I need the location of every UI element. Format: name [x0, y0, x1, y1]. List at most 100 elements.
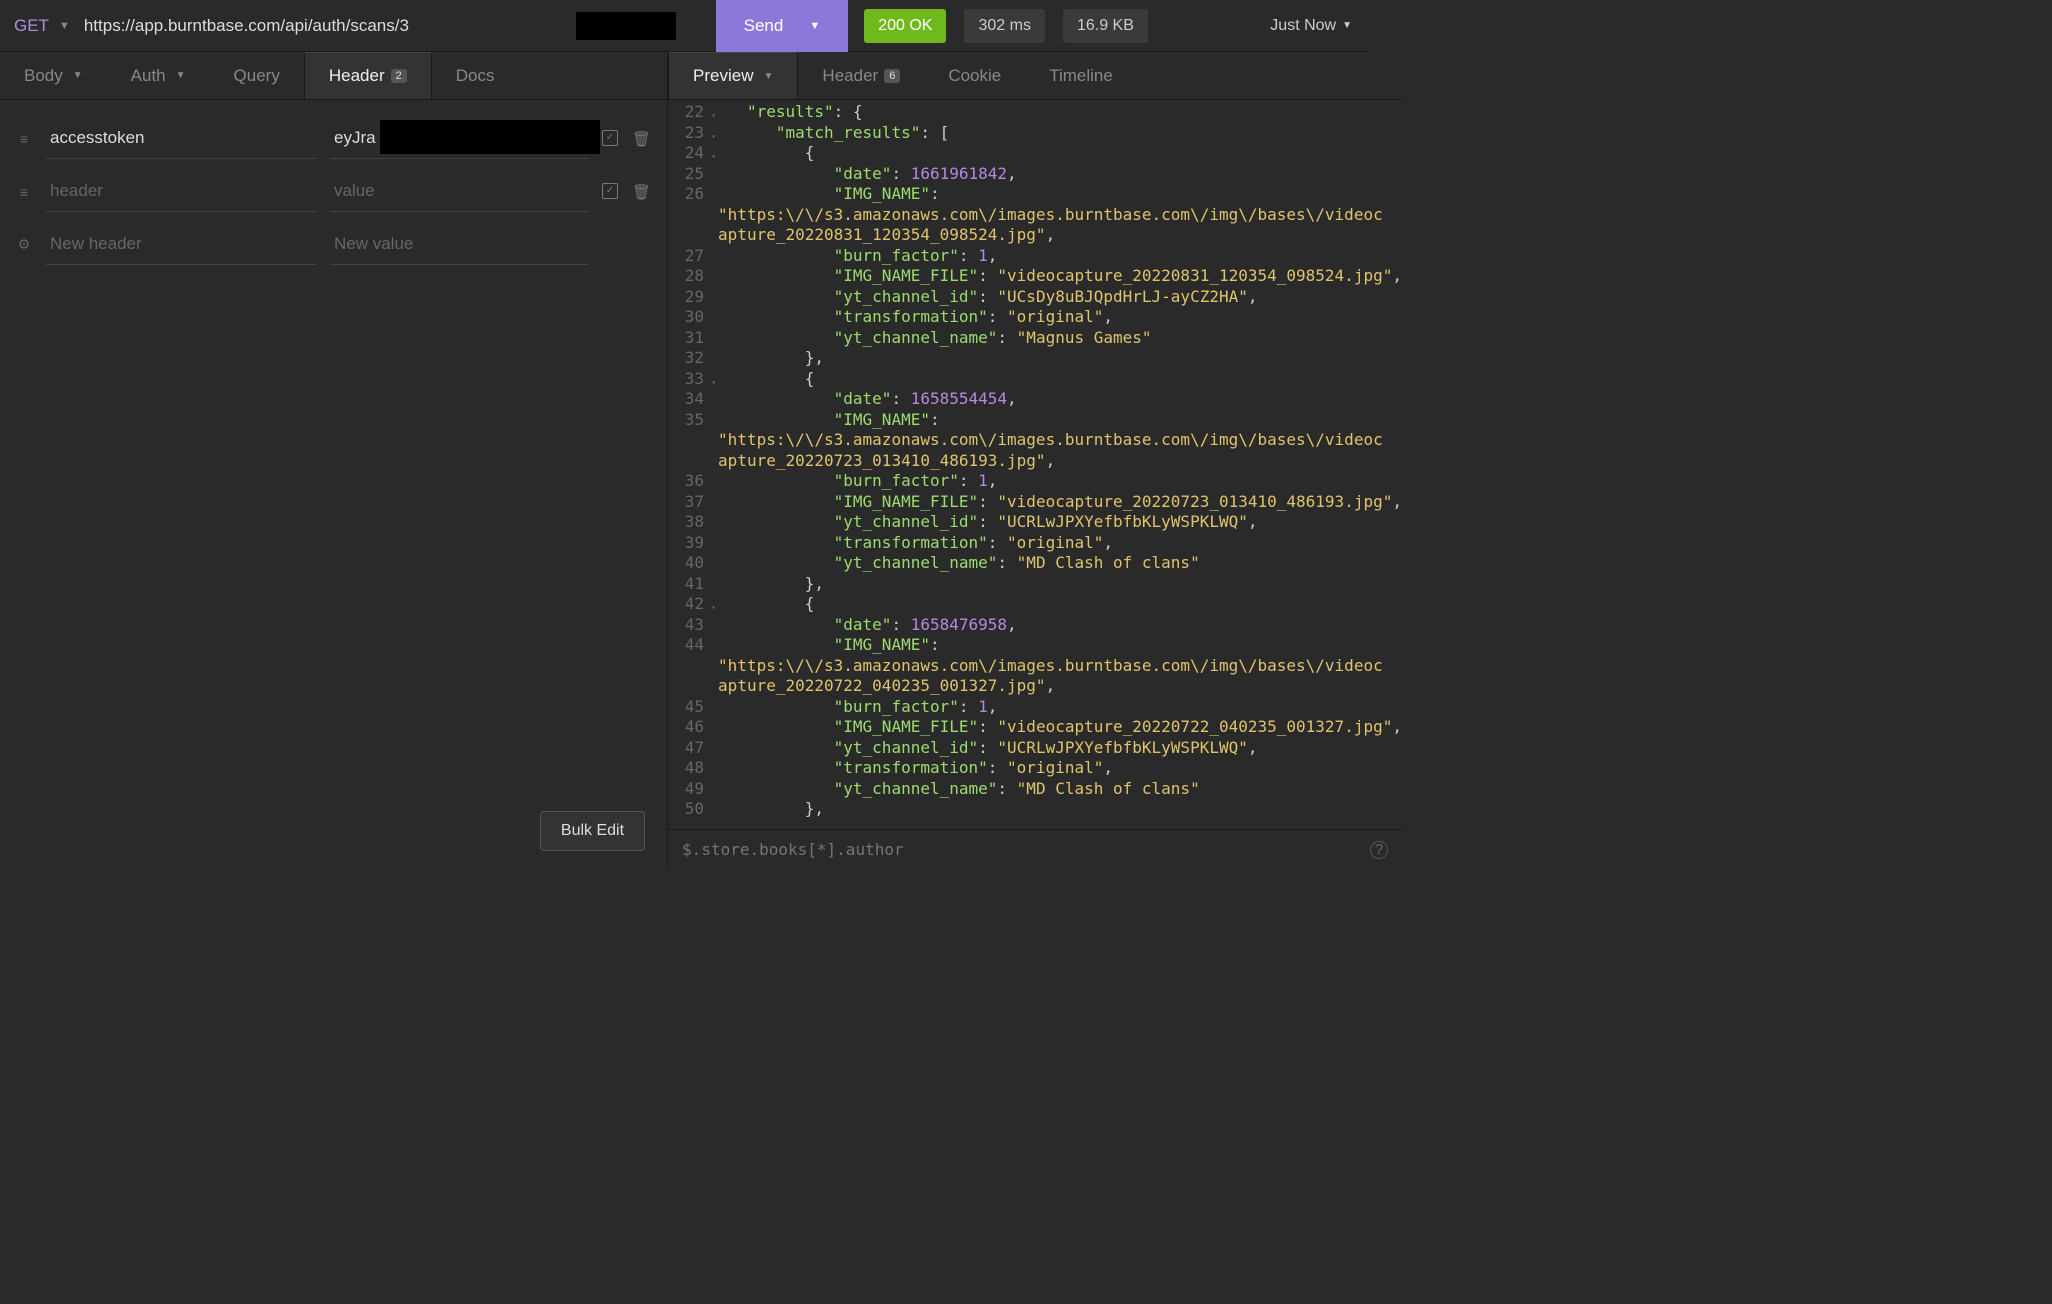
headers-editor: ≡ ✓ 🗑 ≡ ✓: [0, 100, 667, 869]
timestamp-label: Just Now: [1270, 17, 1336, 35]
code-line: 33▾ {: [668, 369, 1402, 390]
header-row-new: ⚙: [16, 218, 651, 271]
header-value-input[interactable]: [330, 171, 588, 212]
send-dropdown-icon[interactable]: ▼: [809, 20, 820, 32]
code-line: 31 "yt_channel_name": "Magnus Games": [668, 328, 1402, 349]
code-line: 29 "yt_channel_id": "UCsDy8uBJQpdHrLJ-ay…: [668, 287, 1402, 308]
fold-icon[interactable]: ▾: [711, 373, 716, 394]
code-line: apture_20220722_040235_001327.jpg",: [668, 676, 1402, 697]
code-line: 40 "yt_channel_name": "MD Clash of clans…: [668, 553, 1402, 574]
chevron-down-icon: ▼: [1342, 20, 1352, 31]
tab-label: Query: [234, 66, 280, 86]
drag-handle-icon[interactable]: ≡: [16, 184, 32, 200]
tab-label: Header: [329, 66, 385, 86]
code-line: 36 "burn_factor": 1,: [668, 471, 1402, 492]
enable-checkbox-icon[interactable]: ✓: [602, 130, 618, 146]
tab-header[interactable]: Header 2: [304, 52, 432, 99]
code-line: 44 "IMG_NAME":: [668, 635, 1402, 656]
value-redacted: [380, 120, 600, 154]
delete-icon[interactable]: 🗑: [632, 183, 651, 201]
code-line: 39 "transformation": "original",: [668, 533, 1402, 554]
code-line: 43 "date": 1658476958,: [668, 615, 1402, 636]
code-line: apture_20220723_013410_486193.jpg",: [668, 451, 1402, 472]
header-name-input[interactable]: [46, 118, 316, 159]
drag-handle-icon[interactable]: ≡: [16, 131, 32, 147]
code-line: 48 "transformation": "original",: [668, 758, 1402, 779]
tab-preview[interactable]: Preview ▼: [668, 52, 798, 99]
bulk-edit-button[interactable]: Bulk Edit: [540, 811, 645, 851]
tab-label: Body: [24, 66, 63, 86]
http-method[interactable]: GET: [0, 16, 59, 36]
new-header-name-input[interactable]: [46, 224, 316, 265]
tab-query[interactable]: Query: [210, 52, 304, 99]
header-row: ≡ ✓ 🗑: [16, 165, 651, 218]
code-line: 25 "date": 1661961842,: [668, 164, 1402, 185]
tab-label: Cookie: [948, 66, 1001, 86]
send-label: Send: [744, 16, 784, 36]
send-button[interactable]: Send ▼: [716, 0, 849, 52]
url-redacted-segment: [576, 12, 676, 40]
code-line: 41 },: [668, 574, 1402, 595]
code-line: 34 "date": 1658554454,: [668, 389, 1402, 410]
code-line: 28 "IMG_NAME_FILE": "videocapture_202208…: [668, 266, 1402, 287]
request-tabs: Body ▼ Auth ▼ Query Header 2 Docs: [0, 52, 667, 100]
code-line: 30 "transformation": "original",: [668, 307, 1402, 328]
code-line: 42▾ {: [668, 594, 1402, 615]
fold-icon[interactable]: ▾: [711, 147, 716, 168]
tab-docs[interactable]: Docs: [432, 52, 519, 99]
code-line: "https:\/\/s3.amazonaws.com\/images.burn…: [668, 205, 1402, 226]
tab-cookie[interactable]: Cookie: [924, 52, 1025, 99]
code-line: "https:\/\/s3.amazonaws.com\/images.burn…: [668, 430, 1402, 451]
tab-label: Timeline: [1049, 66, 1113, 86]
new-header-value-input[interactable]: [330, 224, 588, 265]
code-line: "https:\/\/s3.amazonaws.com\/images.burn…: [668, 656, 1402, 677]
header-count-badge: 2: [391, 69, 407, 83]
status-badge: 200 OK: [864, 9, 946, 43]
response-size: 16.9 KB: [1063, 9, 1148, 43]
response-tabs: Preview ▼ Header 6 Cookie Timeline: [668, 52, 1402, 100]
response-timestamp[interactable]: Just Now ▼: [1270, 17, 1352, 35]
code-line: 37 "IMG_NAME_FILE": "videocapture_202207…: [668, 492, 1402, 513]
chevron-down-icon: ▼: [73, 70, 83, 81]
code-line: 47 "yt_channel_id": "UCRLwJPXYefbfbKLyWS…: [668, 738, 1402, 759]
request-bar: GET ▼ Send ▼ 200 OK 302 ms 16.9 KB Just …: [0, 0, 1368, 52]
code-line: 24▾ {: [668, 143, 1402, 164]
header-name-input[interactable]: [46, 171, 316, 212]
code-line: apture_20220831_120354_098524.jpg",: [668, 225, 1402, 246]
enable-checkbox-icon[interactable]: ✓: [602, 183, 618, 199]
method-dropdown-icon[interactable]: ▼: [59, 20, 70, 32]
code-line: 23▾ "match_results": [: [668, 123, 1402, 144]
delete-icon[interactable]: 🗑: [632, 130, 651, 148]
code-line: 22▾ "results": {: [668, 102, 1402, 123]
response-body-viewer[interactable]: 22▾ "results": {23▾ "match_results": [24…: [668, 100, 1402, 829]
header-row: ≡ ✓ 🗑: [16, 112, 651, 165]
fold-icon[interactable]: ▾: [711, 127, 716, 148]
header-count-badge: 6: [884, 69, 900, 83]
tab-body[interactable]: Body ▼: [0, 52, 107, 99]
response-time: 302 ms: [964, 9, 1044, 43]
tab-auth[interactable]: Auth ▼: [107, 52, 210, 99]
tab-label: Header: [822, 66, 878, 86]
code-line: 49 "yt_channel_name": "MD Clash of clans…: [668, 779, 1402, 800]
code-line: 32 },: [668, 348, 1402, 369]
help-icon[interactable]: ?: [1370, 841, 1388, 859]
chevron-down-icon: ▼: [764, 71, 774, 82]
code-line: 26 "IMG_NAME":: [668, 184, 1402, 205]
tab-response-header[interactable]: Header 6: [798, 52, 924, 99]
url-input[interactable]: [80, 8, 576, 44]
tab-label: Auth: [131, 66, 166, 86]
code-line: 46 "IMG_NAME_FILE": "videocapture_202207…: [668, 717, 1402, 738]
tab-label: Docs: [456, 66, 495, 86]
jsonpath-input[interactable]: [682, 840, 1370, 859]
code-line: 50 },: [668, 799, 1402, 820]
gear-icon[interactable]: ⚙: [16, 236, 32, 253]
fold-icon[interactable]: ▾: [711, 598, 716, 619]
chevron-down-icon: ▼: [176, 70, 186, 81]
jsonpath-bar: ?: [668, 829, 1402, 869]
code-line: 45 "burn_factor": 1,: [668, 697, 1402, 718]
code-line: 38 "yt_channel_id": "UCRLwJPXYefbfbKLyWS…: [668, 512, 1402, 533]
fold-icon[interactable]: ▾: [711, 106, 716, 127]
code-line: 35 "IMG_NAME":: [668, 410, 1402, 431]
code-line: 27 "burn_factor": 1,: [668, 246, 1402, 267]
tab-timeline[interactable]: Timeline: [1025, 52, 1137, 99]
